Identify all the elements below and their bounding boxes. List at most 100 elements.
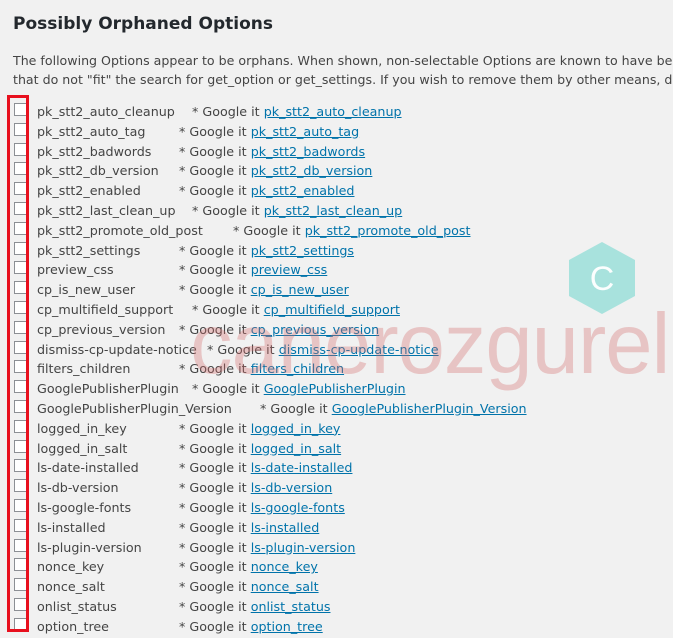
google-it-link[interactable]: pk_stt2_settings xyxy=(251,243,354,258)
google-it-link[interactable]: cp_multifield_support xyxy=(264,302,400,317)
google-it-link[interactable]: preview_css xyxy=(251,262,328,277)
option-name: pk_stt2_auto_tag xyxy=(37,123,146,139)
option-checkbox[interactable] xyxy=(14,538,27,552)
option-checkbox[interactable] xyxy=(14,439,27,453)
google-it-label: * Google it xyxy=(179,163,247,179)
description-line-2: that do not "fit" the search for get_opt… xyxy=(13,72,673,87)
option-checkbox[interactable] xyxy=(14,459,27,473)
option-row: pk_stt2_db_version * Google it pk_stt2_db… xyxy=(14,160,673,180)
option-checkbox[interactable] xyxy=(14,399,27,413)
option-checkbox[interactable] xyxy=(14,617,27,631)
google-it-label: * Google it xyxy=(179,143,247,159)
google-it-link[interactable]: pk_stt2_last_clean_up xyxy=(264,203,403,218)
option-checkbox[interactable] xyxy=(14,558,27,572)
google-it-link[interactable]: pk_stt2_auto_tag xyxy=(251,124,359,139)
google-it-label: * Google it xyxy=(192,381,260,397)
option-checkbox[interactable] xyxy=(14,518,27,532)
option-checkbox[interactable] xyxy=(14,479,27,493)
google-it-link[interactable]: ls-date-installed xyxy=(251,460,353,475)
google-it-link[interactable]: pk_stt2_enabled xyxy=(251,183,355,198)
option-row: pk_stt2_promote_old_post * Google it pk_s… xyxy=(14,220,673,240)
option-checkbox[interactable] xyxy=(14,103,27,116)
option-checkbox[interactable] xyxy=(14,597,27,611)
option-checkbox[interactable] xyxy=(14,360,27,374)
google-it-link[interactable]: onlist_status xyxy=(251,599,331,614)
option-name: logged_in_salt xyxy=(37,440,128,456)
google-it-link[interactable]: dismiss-cp-update-notice xyxy=(279,342,439,357)
option-checkbox[interactable] xyxy=(14,182,27,196)
option-checkbox[interactable] xyxy=(14,340,27,354)
google-it-label: * Google it xyxy=(179,123,247,139)
google-it-label: * Google it xyxy=(207,341,275,357)
google-it-link[interactable]: ls-google-fonts xyxy=(251,500,345,515)
option-row: option_tree * Google it option_tree xyxy=(14,616,673,636)
google-it-group: * Google it onlist_status xyxy=(179,599,330,614)
option-checkbox[interactable] xyxy=(14,201,27,215)
option-name: ls-installed xyxy=(37,519,106,535)
option-checkbox[interactable] xyxy=(14,142,27,156)
google-it-label: * Google it xyxy=(179,460,247,476)
option-name: pk_stt2_promote_old_post xyxy=(37,222,203,238)
option-row: GooglePublisherPlugin * Google it GoogleP… xyxy=(14,378,673,398)
google-it-link[interactable]: filters_children xyxy=(251,361,344,376)
option-checkbox[interactable] xyxy=(14,281,27,295)
option-row: pk_stt2_last_clean_up * Google it pk_stt2… xyxy=(14,200,673,220)
google-it-link[interactable]: pk_stt2_auto_cleanup xyxy=(264,104,402,119)
option-checkbox[interactable] xyxy=(14,578,27,592)
google-it-link[interactable]: nonce_salt xyxy=(251,579,319,594)
google-it-link[interactable]: pk_stt2_db_version xyxy=(251,163,373,178)
google-it-link[interactable]: ls-plugin-version xyxy=(251,540,356,555)
option-row: ls-plugin-version * Google it ls-plugin-v… xyxy=(14,537,673,557)
google-it-link[interactable]: option_tree xyxy=(251,619,323,634)
google-it-group: * Google it pk_stt2_enabled xyxy=(179,183,354,198)
google-it-link[interactable]: ls-db-version xyxy=(251,480,333,495)
option-name: cp_multifield_support xyxy=(37,301,174,317)
google-it-link[interactable]: pk_stt2_badwords xyxy=(251,144,365,159)
google-it-link[interactable]: cp_previous_version xyxy=(251,322,379,337)
option-checkbox[interactable] xyxy=(14,419,27,433)
section-description: The following Options appear to be orpha… xyxy=(13,51,673,89)
option-checkbox[interactable] xyxy=(14,221,27,235)
google-it-link[interactable]: pk_stt2_promote_old_post xyxy=(305,223,471,238)
google-it-label: * Google it xyxy=(233,222,301,238)
option-name: GooglePublisherPlugin xyxy=(37,381,179,397)
option-name: cp_is_new_user xyxy=(37,282,136,298)
option-checkbox[interactable] xyxy=(14,241,27,255)
google-it-group: * Google it logged_in_salt xyxy=(179,441,341,456)
google-it-group: * Google it nonce_key xyxy=(179,559,318,574)
option-checkbox[interactable] xyxy=(14,320,27,334)
option-row: nonce_salt * Google it nonce_salt xyxy=(14,576,673,596)
google-it-group: * Google it ls-plugin-version xyxy=(179,540,355,555)
option-checkbox[interactable] xyxy=(14,261,27,275)
google-it-link[interactable]: GooglePublisherPlugin_Version xyxy=(332,401,527,416)
google-it-label: * Google it xyxy=(179,321,247,337)
google-it-group: * Google it preview_css xyxy=(179,262,327,277)
option-row: nonce_key * Google it nonce_key xyxy=(14,556,673,576)
google-it-group: * Google it logged_in_key xyxy=(179,421,340,436)
option-name: pk_stt2_settings xyxy=(37,242,141,258)
option-name: nonce_salt xyxy=(37,579,105,595)
google-it-link[interactable]: logged_in_key xyxy=(251,421,341,436)
option-checkbox[interactable] xyxy=(14,498,27,512)
options-list: pk_stt2_auto_cleanup * Google it pk_stt2_… xyxy=(14,101,673,636)
section-title: Possibly Orphaned Options xyxy=(13,14,273,34)
option-name: filters_children xyxy=(37,361,131,377)
option-row: ls-date-installed * Google it ls-date-ins… xyxy=(14,457,673,477)
google-it-link[interactable]: GooglePublisherPlugin xyxy=(264,381,406,396)
option-checkbox[interactable] xyxy=(14,162,27,176)
google-it-label: * Google it xyxy=(192,202,260,218)
google-it-link[interactable]: nonce_key xyxy=(251,559,318,574)
option-checkbox[interactable] xyxy=(14,300,27,314)
option-name: pk_stt2_db_version xyxy=(37,163,159,179)
option-row: onlist_status * Google it onlist_status xyxy=(14,596,673,616)
google-it-group: * Google it pk_stt2_auto_tag xyxy=(179,124,359,139)
google-it-link[interactable]: ls-installed xyxy=(251,520,320,535)
option-checkbox[interactable] xyxy=(14,122,27,136)
google-it-link[interactable]: cp_is_new_user xyxy=(251,282,349,297)
google-it-group: * Google it option_tree xyxy=(179,619,323,634)
option-checkbox[interactable] xyxy=(14,380,27,394)
google-it-link[interactable]: logged_in_salt xyxy=(251,441,341,456)
google-it-group: * Google it pk_stt2_db_version xyxy=(179,163,372,178)
option-name: preview_css xyxy=(37,262,114,278)
orphaned-options-page: Possibly Orphaned Options The following … xyxy=(0,0,673,638)
